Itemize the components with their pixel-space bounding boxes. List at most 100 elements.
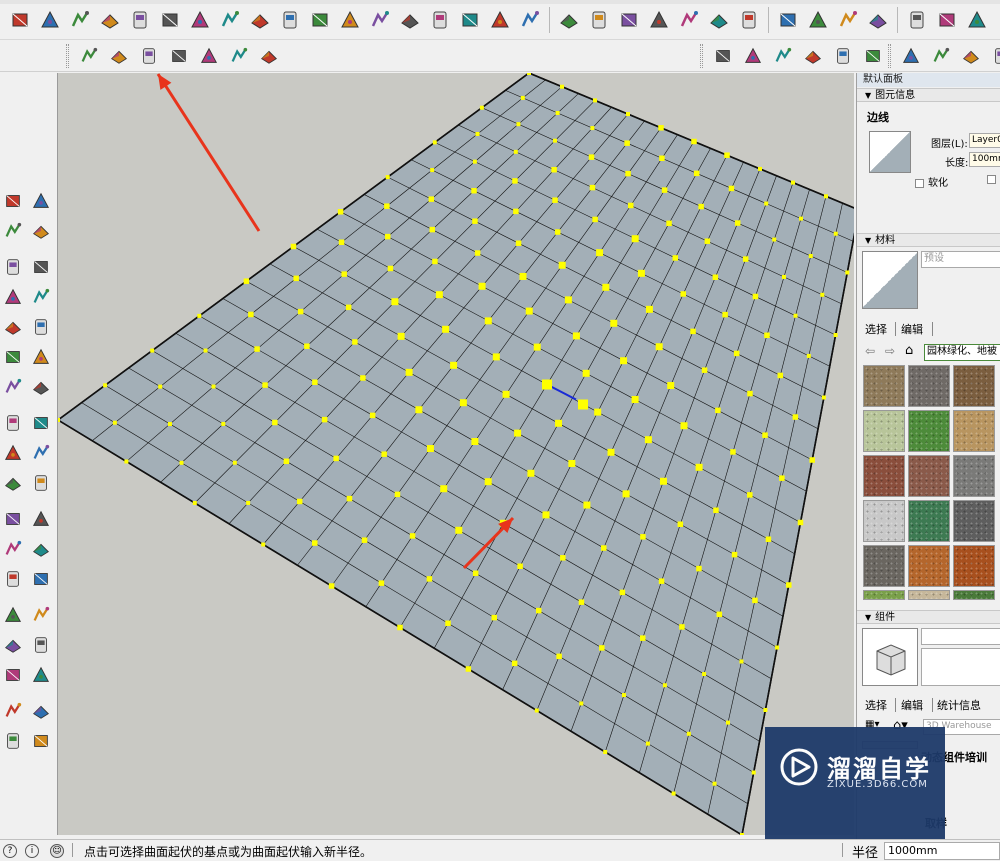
back-arrow-icon[interactable]: ⇦ bbox=[865, 344, 875, 358]
material-swatch[interactable] bbox=[953, 365, 995, 407]
tab-materials-select[interactable]: 选择 bbox=[865, 321, 887, 337]
make-component-icon[interactable] bbox=[28, 188, 54, 214]
sandbox-contours-icon[interactable] bbox=[75, 42, 103, 70]
polygon-icon[interactable] bbox=[28, 314, 54, 340]
extension-icon[interactable] bbox=[864, 6, 892, 34]
smoove-icon[interactable] bbox=[135, 42, 163, 70]
geo-location-icon[interactable]: ? bbox=[3, 844, 17, 858]
credits-icon[interactable]: i bbox=[25, 844, 39, 858]
dimension-icon[interactable] bbox=[28, 506, 54, 532]
text-icon[interactable] bbox=[28, 536, 54, 562]
add-detail-icon[interactable] bbox=[225, 42, 253, 70]
pushpull-icon[interactable] bbox=[28, 410, 54, 436]
tab-components-stats[interactable]: 统计信息 bbox=[937, 697, 981, 713]
material-library-select[interactable]: 园林绿化、地被 bbox=[924, 344, 1000, 361]
smooth-checkbox[interactable] bbox=[987, 174, 1000, 185]
scale-icon[interactable] bbox=[366, 6, 394, 34]
zoom-extents-icon[interactable] bbox=[0, 662, 26, 688]
3d-text-icon[interactable] bbox=[28, 566, 54, 592]
toolbar-grip[interactable] bbox=[66, 44, 69, 68]
line-icon[interactable] bbox=[156, 6, 184, 34]
right-view-icon[interactable] bbox=[799, 42, 827, 70]
material-preview[interactable] bbox=[862, 251, 918, 309]
material-swatch[interactable] bbox=[953, 590, 995, 600]
scale-icon[interactable] bbox=[0, 470, 26, 496]
layer-select[interactable]: Layer0 bbox=[969, 133, 1000, 148]
offset-icon[interactable] bbox=[276, 6, 304, 34]
freehand-icon[interactable] bbox=[216, 6, 244, 34]
freehand-icon[interactable] bbox=[28, 254, 54, 280]
zoom-window-icon[interactable] bbox=[28, 632, 54, 658]
top-view-icon[interactable] bbox=[739, 42, 767, 70]
text-icon[interactable] bbox=[486, 6, 514, 34]
axes-icon[interactable] bbox=[516, 6, 544, 34]
pie-icon[interactable] bbox=[28, 344, 54, 370]
zoomextents-icon[interactable] bbox=[705, 6, 733, 34]
shaded-icon[interactable] bbox=[987, 42, 1000, 70]
move-icon[interactable] bbox=[0, 410, 26, 436]
rotated-rectangle-icon[interactable] bbox=[28, 284, 54, 310]
entity-swatch[interactable] bbox=[869, 131, 911, 173]
arc-icon[interactable] bbox=[0, 344, 26, 370]
tape-measure-icon[interactable] bbox=[0, 506, 26, 532]
material-swatch[interactable] bbox=[953, 500, 995, 542]
stamp-icon[interactable] bbox=[165, 42, 193, 70]
entity-info-header[interactable]: ▼ 图元信息 bbox=[857, 88, 1000, 102]
paint-icon[interactable] bbox=[66, 6, 94, 34]
tab-materials-edit[interactable]: 编辑 bbox=[901, 321, 923, 337]
toolbar-grip[interactable] bbox=[888, 44, 891, 68]
orbit-icon[interactable] bbox=[0, 602, 26, 628]
soften-checkbox[interactable]: 软化 bbox=[915, 174, 948, 189]
ruby-icon[interactable] bbox=[933, 6, 961, 34]
checkbox-icon[interactable] bbox=[915, 178, 924, 188]
components-header[interactable]: ▼ 组件 bbox=[857, 610, 1000, 624]
material-swatch[interactable] bbox=[953, 410, 995, 452]
followme-icon[interactable] bbox=[396, 6, 424, 34]
component-description-field[interactable] bbox=[921, 648, 1000, 686]
pan-icon[interactable] bbox=[615, 6, 643, 34]
material-swatch[interactable] bbox=[908, 500, 950, 542]
wireframe-icon[interactable] bbox=[927, 42, 955, 70]
material-swatch[interactable] bbox=[863, 500, 905, 542]
material-swatch[interactable] bbox=[908, 365, 950, 407]
toolbar-grip[interactable] bbox=[700, 44, 703, 68]
checkbox-icon[interactable] bbox=[987, 174, 996, 184]
axes-icon[interactable] bbox=[0, 566, 26, 592]
material-swatch[interactable] bbox=[908, 410, 950, 452]
material-swatch[interactable] bbox=[908, 590, 950, 600]
eraser-icon[interactable] bbox=[96, 6, 124, 34]
material-swatch[interactable] bbox=[953, 455, 995, 497]
measurement-box[interactable]: 1000mm bbox=[884, 842, 1000, 860]
arc-icon[interactable] bbox=[186, 6, 214, 34]
two-point-arc-icon[interactable] bbox=[0, 374, 26, 400]
component-icon[interactable] bbox=[36, 6, 64, 34]
layout-icon[interactable] bbox=[903, 6, 931, 34]
offset-icon[interactable] bbox=[28, 470, 54, 496]
select-icon[interactable] bbox=[0, 188, 26, 214]
drawing-viewport[interactable] bbox=[57, 73, 854, 835]
protractor-icon[interactable] bbox=[456, 6, 484, 34]
user-icon[interactable]: ☺ bbox=[50, 844, 64, 858]
look-around-icon[interactable] bbox=[28, 698, 54, 724]
circle-icon[interactable] bbox=[0, 314, 26, 340]
eraser-icon[interactable] bbox=[28, 218, 54, 244]
paint-bucket-icon[interactable] bbox=[0, 218, 26, 244]
length-field[interactable]: 100mm bbox=[969, 152, 1000, 167]
pushpull-icon[interactable] bbox=[246, 6, 274, 34]
rectangle-icon[interactable] bbox=[0, 284, 26, 310]
material-swatch[interactable] bbox=[953, 545, 995, 587]
zoom-icon[interactable] bbox=[645, 6, 673, 34]
lookaround-icon[interactable] bbox=[774, 6, 802, 34]
walk-icon[interactable] bbox=[735, 6, 763, 34]
material-swatch[interactable] bbox=[863, 545, 905, 587]
material-swatch[interactable] bbox=[863, 410, 905, 452]
iso-view-icon[interactable] bbox=[709, 42, 737, 70]
drape-icon[interactable] bbox=[195, 42, 223, 70]
protractor-icon[interactable] bbox=[0, 536, 26, 562]
followme-icon[interactable] bbox=[28, 440, 54, 466]
dimension-icon[interactable] bbox=[555, 6, 583, 34]
hidden-line-icon[interactable] bbox=[957, 42, 985, 70]
orbit-icon[interactable] bbox=[585, 6, 613, 34]
rotate-icon[interactable] bbox=[0, 440, 26, 466]
section-icon[interactable] bbox=[804, 6, 832, 34]
